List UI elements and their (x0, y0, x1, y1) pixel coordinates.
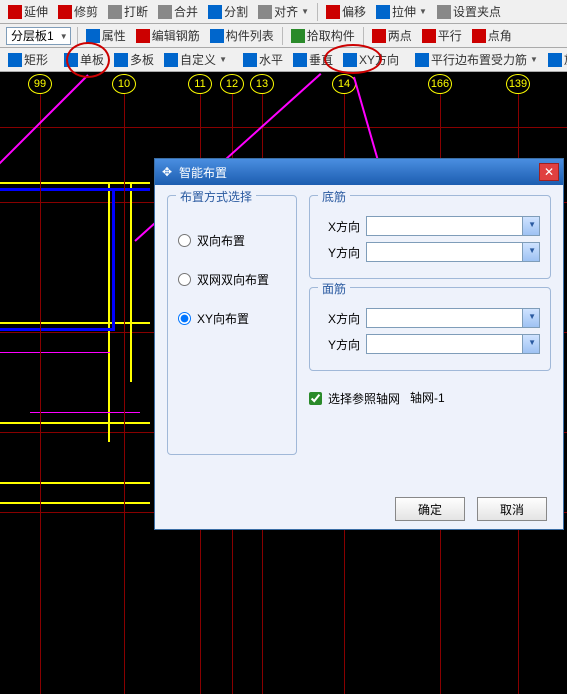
trim-button[interactable]: 修剪 (54, 2, 102, 21)
axis-marker: 13 (250, 74, 274, 94)
layout-mode-group: 布置方式选择 双向布置 双网双向布置 XY向布置 (167, 195, 297, 455)
close-icon[interactable]: ✕ (539, 163, 559, 181)
ref-axis-select[interactable]: 轴网-1 (406, 389, 551, 407)
parallel-button[interactable]: 平行 (418, 26, 466, 45)
axis-marker: 166 (428, 74, 452, 94)
multi-slab-button[interactable]: 多板 (110, 50, 158, 69)
axis-marker: 11 (188, 74, 212, 94)
bottom-x-select[interactable] (366, 216, 540, 236)
offset-button[interactable]: 偏移 (322, 2, 370, 21)
axis-marker: 99 (28, 74, 52, 94)
extend-button[interactable]: 延伸 (4, 2, 52, 21)
ok-button[interactable]: 确定 (395, 497, 465, 521)
bottom-y-label: Y方向 (320, 244, 360, 261)
axis-marker: 12 (220, 74, 244, 94)
radio-bidirectional[interactable]: 双向布置 (178, 232, 286, 249)
dialog-title-text: 智能布置 (179, 164, 227, 181)
highlight-single-slab (66, 42, 110, 78)
top-y-select[interactable] (366, 334, 540, 354)
component-list-button[interactable]: 构件列表 (206, 26, 278, 45)
pick-component-button[interactable]: 拾取构件 (287, 26, 359, 45)
radio-double-net[interactable]: 双网双向布置 (178, 271, 286, 288)
two-point-button[interactable]: 两点 (368, 26, 416, 45)
bottom-y-select[interactable] (366, 242, 540, 262)
edit-rebar-button[interactable]: 编辑钢筋 (132, 26, 204, 45)
merge-button[interactable]: 合并 (154, 2, 202, 21)
ref-axis-label: 选择参照轴网 (328, 390, 400, 407)
axis-marker: 139 (506, 74, 530, 94)
break-button[interactable]: 打断 (104, 2, 152, 21)
align-button[interactable]: 对齐▼ (254, 2, 313, 21)
smart-layout-dialog: ✥ 智能布置 ✕ 布置方式选择 双向布置 双网双向布置 XY向布置 底筋 (154, 158, 564, 530)
top-rebar-title: 面筋 (318, 280, 350, 297)
highlight-xy-direction (324, 44, 382, 74)
cancel-button[interactable]: 取消 (477, 497, 547, 521)
layout-mode-title: 布置方式选择 (176, 188, 256, 205)
bottom-rebar-title: 底筋 (318, 188, 350, 205)
parallel-edge-button[interactable]: 平行边布置受力筋▼ (411, 50, 542, 69)
layer-combo[interactable]: 分层板1 (6, 27, 71, 45)
top-x-label: X方向 (320, 310, 360, 327)
rect-button[interactable]: 矩形 (4, 50, 52, 69)
dialog-icon: ✥ (159, 164, 175, 180)
ref-axis-checkbox[interactable] (309, 392, 322, 405)
horizontal-button[interactable]: 水平 (239, 50, 287, 69)
top-rebar-group: 面筋 X方向 Y方向 (309, 287, 551, 371)
axis-marker: 10 (112, 74, 136, 94)
bottom-rebar-group: 底筋 X方向 Y方向 (309, 195, 551, 279)
split-button[interactable]: 分割 (204, 2, 252, 21)
custom-button[interactable]: 自定义▼ (160, 50, 231, 69)
set-grip-button[interactable]: 设置夹点 (433, 2, 505, 21)
toolbar-edit: 延伸 修剪 打断 合并 分割 对齐▼ 偏移 拉伸▼ 设置夹点 (0, 0, 567, 24)
point-angle-button[interactable]: 点角 (468, 26, 516, 45)
bottom-x-label: X方向 (320, 218, 360, 235)
top-y-label: Y方向 (320, 336, 360, 353)
radio-xy[interactable]: XY向布置 (178, 310, 286, 327)
top-x-select[interactable] (366, 308, 540, 328)
dialog-titlebar[interactable]: ✥ 智能布置 ✕ (155, 159, 563, 185)
radial-button[interactable]: 放射筋 (544, 50, 567, 69)
stretch-button[interactable]: 拉伸▼ (372, 2, 431, 21)
